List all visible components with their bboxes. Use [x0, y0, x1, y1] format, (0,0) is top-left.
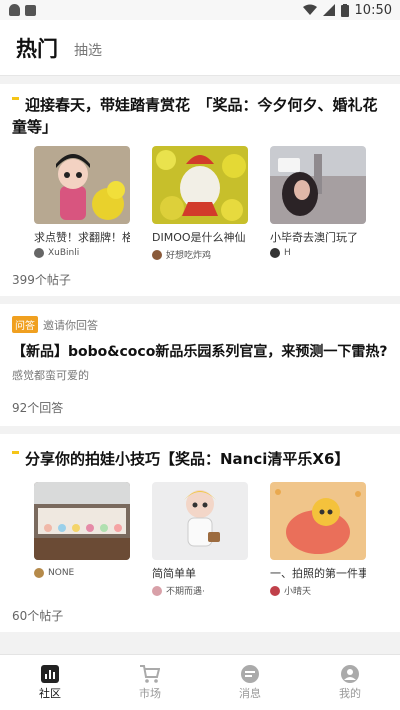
avatar — [34, 568, 44, 578]
question-card[interactable]: 问答 邀请你回答 【新品】bobo&coco新品乐园系列官宣，来预测一下雷热? … — [0, 304, 400, 426]
post-image — [270, 482, 366, 560]
tab-hot[interactable]: 热门 — [16, 33, 58, 63]
signal-icon — [322, 4, 335, 16]
battery-icon — [340, 3, 349, 17]
avatar — [270, 248, 280, 258]
header: 热门 抽选 — [0, 20, 400, 76]
topic-card[interactable]: 迎接春天，带娃踏青赏花 「奖品：今夕何夕、婚礼花童等」 求点赞！求翻牌！格 Xu… — [0, 84, 400, 296]
clock: 10:50 — [354, 2, 392, 18]
post-author[interactable]: XuBinli — [34, 248, 130, 258]
post-caption: 一、拍照的第一件事 — [270, 567, 366, 580]
community-chart-icon — [41, 664, 59, 683]
nav-market[interactable]: 市场 — [100, 655, 200, 710]
post-caption: DIMOO是什么神仙 — [152, 231, 246, 244]
topic-title[interactable]: 迎接春天，带娃踏青赏花 「奖品：今夕何夕、婚礼花童等」 — [12, 94, 388, 138]
avatar — [152, 249, 162, 260]
topic-marker-icon — [12, 97, 19, 100]
avatar — [270, 585, 280, 596]
qa-badge: 问答 — [12, 316, 38, 333]
avatar — [152, 585, 162, 596]
post-thumb[interactable]: 一、拍照的第一件事 小晴天 — [270, 482, 366, 597]
post-thumb[interactable]: 求点赞！求翻牌！格 XuBinli — [34, 146, 130, 261]
message-icon — [241, 664, 259, 683]
wifi-icon — [302, 4, 317, 15]
topic-title[interactable]: 分享你的拍娃小技巧【奖品：Nanci清平乐X6】 — [12, 448, 388, 470]
post-author[interactable]: NONE — [34, 568, 130, 578]
answer-count: 92个回答 — [12, 401, 64, 415]
question-title[interactable]: 【新品】bobo&coco新品乐园系列官宣，来预测一下雷热? — [12, 341, 388, 361]
notification-app-icon — [9, 4, 20, 16]
post-caption: 求点赞！求翻牌！格 — [34, 231, 130, 244]
status-bar: 10:50 — [0, 0, 400, 20]
topic-marker-icon — [12, 451, 19, 454]
post-thumb[interactable]: DIMOO是什么神仙 好想吃炸鸡 — [152, 146, 248, 261]
post-count: 399个帖子 — [12, 273, 71, 287]
post-image — [34, 146, 130, 224]
post-caption: 小毕奇去澳门玩了 — [270, 231, 358, 244]
profile-icon — [341, 664, 359, 683]
bottom-nav: 社区 市场 消息 我的 — [0, 654, 400, 710]
nav-community[interactable]: 社区 — [0, 655, 100, 710]
post-image — [152, 482, 248, 560]
post-count: 60个帖子 — [12, 609, 64, 623]
question-subtitle: 感觉都蛮可爱的 — [12, 369, 89, 382]
post-image — [270, 146, 366, 224]
post-author[interactable]: 不期而遇· — [152, 584, 248, 597]
nav-messages[interactable]: 消息 — [200, 655, 300, 710]
post-caption: 简简单单 — [152, 567, 196, 580]
tab-draw[interactable]: 抽选 — [74, 40, 102, 63]
topic-card[interactable]: 分享你的拍娃小技巧【奖品：Nanci清平乐X6】 NONE 简简单单 不期而遇·… — [0, 434, 400, 632]
post-author[interactable]: H — [270, 248, 366, 258]
post-image — [34, 482, 130, 560]
feed[interactable]: 迎接春天，带娃踏青赏花 「奖品：今夕何夕、婚礼花童等」 求点赞！求翻牌！格 Xu… — [0, 76, 400, 654]
post-thumb[interactable]: 小毕奇去澳门玩了 H — [270, 146, 366, 261]
post-author[interactable]: 小晴天 — [270, 584, 366, 597]
invite-text: 邀请你回答 — [43, 318, 98, 332]
nav-profile[interactable]: 我的 — [300, 655, 400, 710]
question-tag: 问答 邀请你回答 — [12, 316, 388, 333]
post-thumb[interactable]: NONE — [34, 482, 130, 597]
notification-briefcase-icon — [25, 4, 36, 16]
post-thumb[interactable]: 简简单单 不期而遇· — [152, 482, 248, 597]
avatar — [34, 248, 44, 258]
post-image — [152, 146, 248, 224]
cart-icon — [140, 664, 160, 683]
post-author[interactable]: 好想吃炸鸡 — [152, 248, 248, 261]
